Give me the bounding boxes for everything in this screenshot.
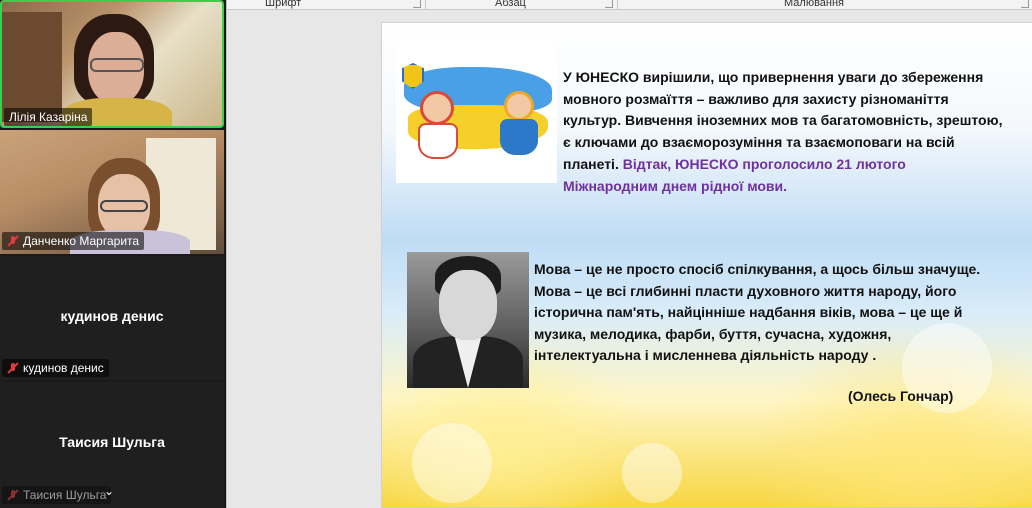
participant-name-tag: Данченко Маргарита	[2, 232, 145, 250]
participant-name: Таисия Шульга	[23, 488, 107, 502]
mic-off-icon	[7, 362, 19, 374]
ribbon-separator	[425, 0, 426, 10]
ribbon-group-paragraph: Абзац	[495, 0, 526, 9]
bokeh-light	[622, 443, 682, 503]
boy-figure	[504, 91, 534, 121]
participant-center-name: Таисия Шульга	[59, 434, 165, 450]
quote-text: Мова – це не просто спосіб спілкування, …	[534, 261, 981, 364]
participant-tile[interactable]: кудинов денис кудинов денис	[0, 256, 224, 380]
chevron-down-icon[interactable]: ⌄	[104, 484, 114, 498]
participant-video-tile[interactable]: Данченко Маргарита	[0, 130, 224, 254]
mic-off-icon	[7, 235, 19, 247]
participant-video-tile[interactable]: Лілія Казаріна	[0, 0, 224, 128]
participant-name-tag: Лілія Казаріна	[4, 108, 93, 126]
ribbon-separator	[617, 0, 618, 10]
background-shelf	[2, 12, 62, 122]
dialog-launcher-icon[interactable]	[1021, 0, 1029, 8]
girl-figure	[420, 91, 454, 125]
mic-off-icon	[7, 489, 19, 501]
glasses	[100, 200, 148, 212]
ribbon: Шрифт Абзац Малювання	[227, 0, 1032, 10]
ukraine-map-image	[396, 37, 557, 183]
presentation-window: Шрифт Абзац Малювання У ЮНЕСКО вирішили,…	[226, 0, 1032, 508]
bokeh-light	[412, 423, 492, 503]
quote-author: (Олесь Гончар)	[848, 388, 954, 404]
participant-name: кудинов денис	[23, 361, 104, 375]
girl-dress	[418, 123, 458, 159]
portrait-face	[439, 270, 497, 340]
dialog-launcher-icon[interactable]	[413, 0, 421, 8]
participant-center-name: кудинов денис	[60, 308, 164, 324]
author-portrait	[407, 252, 529, 388]
dialog-launcher-icon[interactable]	[605, 0, 613, 8]
ribbon-group-font: Шрифт	[265, 0, 302, 9]
participants-panel: Лілія Казаріна Данченко Маргарита кудино…	[0, 0, 226, 508]
unesco-paragraph: У ЮНЕСКО вирішили, що привернення уваги …	[563, 67, 1003, 197]
ribbon-group-drawing: Малювання	[784, 0, 845, 9]
participant-name: Лілія Казаріна	[9, 110, 88, 124]
glasses	[90, 58, 144, 72]
participant-name-tag: Таисия Шульга	[2, 486, 112, 504]
boy-clothes	[500, 119, 538, 155]
participant-name-tag: кудинов денис	[2, 359, 109, 377]
slide[interactable]: У ЮНЕСКО вирішили, що привернення уваги …	[381, 22, 1032, 508]
participant-name: Данченко Маргарита	[23, 234, 140, 248]
